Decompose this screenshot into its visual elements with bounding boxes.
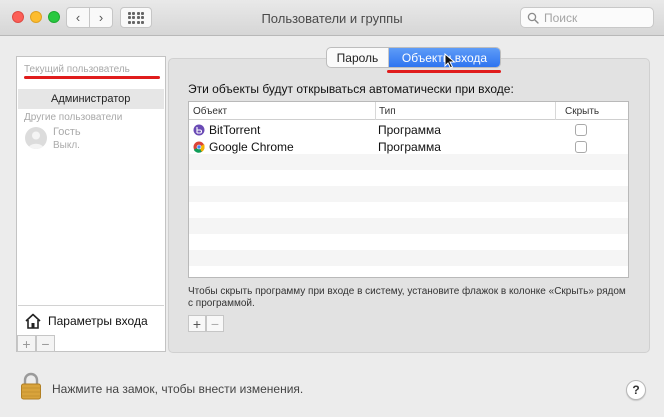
- guest-avatar-icon: [25, 127, 47, 149]
- window: ‹ › Пользователи и группы Текущий пользо…: [0, 0, 664, 417]
- table-row[interactable]: BitTorrent Программа: [189, 121, 628, 138]
- house-icon: [25, 313, 41, 329]
- lock-icon[interactable]: [20, 372, 42, 400]
- add-login-item-button[interactable]: +: [188, 315, 206, 332]
- search-input[interactable]: [544, 10, 644, 25]
- back-button[interactable]: ‹: [66, 7, 90, 28]
- remove-login-item-button[interactable]: −: [206, 315, 224, 332]
- sidebar-button-group: + −: [17, 335, 55, 352]
- row-stripe: [189, 186, 628, 202]
- login-items-heading: Эти объекты будут открываться автоматиче…: [188, 82, 514, 96]
- item-type: Программа: [378, 123, 441, 137]
- search-field[interactable]: [520, 7, 654, 28]
- chevron-left-icon: ‹: [75, 10, 81, 25]
- table-header: Объект Тип Скрыть: [189, 102, 628, 120]
- row-stripe: [189, 154, 628, 170]
- column-header-type[interactable]: Тип: [379, 106, 396, 117]
- remove-user-button[interactable]: −: [36, 335, 55, 352]
- column-header-item[interactable]: Объект: [193, 106, 227, 117]
- annotation-underline: [24, 76, 160, 79]
- forward-button[interactable]: ›: [89, 7, 113, 28]
- tab-bar: Пароль Объекты входа: [326, 47, 501, 68]
- item-name: Google Chrome: [209, 140, 294, 154]
- login-items-note: Чтобы скрыть программу при входе в систе…: [188, 286, 626, 309]
- login-options-button[interactable]: Параметры входа: [18, 305, 164, 335]
- hide-checkbox[interactable]: [575, 141, 587, 153]
- close-window-button[interactable]: [12, 11, 24, 23]
- login-items-table: Объект Тип Скрыть BitTorrent Программа G…: [188, 101, 629, 278]
- row-stripe: [189, 218, 628, 234]
- chevron-right-icon: ›: [98, 10, 104, 25]
- guest-name: Гость: [53, 126, 81, 138]
- users-sidebar: Текущий пользователь Администратор Други…: [16, 56, 166, 352]
- sidebar-item-administrator[interactable]: Администратор: [18, 89, 164, 109]
- sidebar-item-label: Администратор: [51, 93, 131, 105]
- annotation-underline: [387, 70, 501, 73]
- guest-status: Выкл.: [53, 140, 80, 151]
- item-name: BitTorrent: [209, 123, 261, 137]
- minimize-window-button[interactable]: [30, 11, 42, 23]
- hide-checkbox[interactable]: [575, 124, 587, 136]
- zoom-window-button[interactable]: [48, 11, 60, 23]
- column-divider: [555, 102, 556, 120]
- sidebar-item-guest[interactable]: Гость Выкл.: [25, 125, 155, 153]
- lock-hint-text: Нажмите на замок, чтобы внести изменения…: [52, 382, 304, 396]
- column-divider: [375, 102, 376, 120]
- table-button-group: + −: [188, 315, 224, 332]
- mouse-pointer-icon: [444, 53, 456, 69]
- item-type: Программа: [378, 140, 441, 154]
- item-cell: Google Chrome: [193, 140, 294, 154]
- title-bar: ‹ › Пользователи и группы: [0, 0, 664, 36]
- grid-icon: [127, 11, 145, 24]
- help-button[interactable]: ?: [626, 380, 646, 400]
- bittorrent-icon: [193, 124, 205, 136]
- show-all-button[interactable]: [120, 7, 152, 28]
- search-icon: [527, 12, 539, 24]
- add-user-button[interactable]: +: [17, 335, 36, 352]
- login-options-label: Параметры входа: [48, 313, 148, 328]
- chrome-icon: [193, 141, 205, 153]
- table-row[interactable]: Google Chrome Программа: [189, 138, 628, 155]
- other-users-header: Другие пользователи: [24, 112, 123, 123]
- tab-password[interactable]: Пароль: [327, 48, 389, 67]
- current-user-header: Текущий пользователь: [24, 64, 130, 75]
- column-header-hide[interactable]: Скрыть: [565, 106, 599, 117]
- row-stripe: [189, 250, 628, 266]
- item-cell: BitTorrent: [193, 123, 260, 137]
